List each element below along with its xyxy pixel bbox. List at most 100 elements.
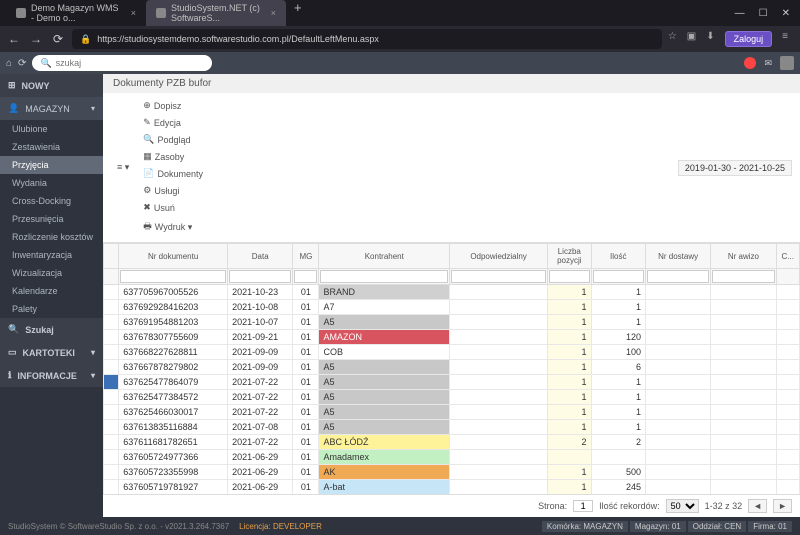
tool-icon: 🔍 bbox=[143, 134, 154, 145]
column-filter-input[interactable] bbox=[712, 270, 774, 283]
table-row[interactable]: 6376254660300172021-07-2201A511 bbox=[104, 405, 800, 420]
sidebar-item-rozliczenie kosztów[interactable]: Rozliczenie kosztów bbox=[0, 228, 103, 246]
menu-icon[interactable]: ≡ bbox=[782, 31, 788, 47]
browser-tab[interactable]: StudioSystem.NET (c) SoftwareS...× bbox=[146, 0, 286, 26]
close-window-icon[interactable]: ✕ bbox=[782, 8, 790, 19]
column-filter-input[interactable] bbox=[593, 270, 644, 283]
page-size-select[interactable]: 50 bbox=[666, 499, 699, 513]
home-icon[interactable]: ⌂ bbox=[6, 58, 12, 69]
minimize-icon[interactable]: — bbox=[735, 8, 745, 19]
column-filter-input[interactable] bbox=[294, 270, 317, 283]
sidebar-item-wizualizacja[interactable]: Wizualizacja bbox=[0, 264, 103, 282]
pager: Strona: Ilość rekordów: 50 1-32 z 32 ◄ ► bbox=[103, 494, 800, 517]
toolbar-dokumenty-button[interactable]: 📄 Dokumenty bbox=[137, 165, 209, 182]
column-header[interactable]: Nr dostawy bbox=[645, 244, 710, 269]
user-icon[interactable] bbox=[780, 56, 794, 70]
column-header[interactable]: C... bbox=[776, 244, 799, 269]
column-header[interactable]: Liczba pozycji bbox=[548, 244, 592, 269]
sidebar-informacje[interactable]: ℹINFORMACJE▾ bbox=[0, 364, 103, 387]
sidebar-item-cross-docking[interactable]: Cross-Docking bbox=[0, 192, 103, 210]
sidebar-magazyn[interactable]: 👤MAGAZYN▾ bbox=[0, 97, 103, 120]
column-header[interactable]: Data bbox=[228, 244, 293, 269]
sidebar-item-palety[interactable]: Palety bbox=[0, 300, 103, 318]
table-row[interactable]: 6376678782798022021-09-0901A516 bbox=[104, 360, 800, 375]
close-icon[interactable]: × bbox=[131, 8, 136, 18]
notification-icon[interactable] bbox=[744, 57, 756, 69]
login-button[interactable]: Zaloguj bbox=[725, 31, 773, 47]
column-filter-input[interactable] bbox=[451, 270, 546, 283]
column-filter-input[interactable] bbox=[549, 270, 590, 283]
mail-icon[interactable]: ✉ bbox=[764, 58, 772, 69]
prev-page-button[interactable]: ◄ bbox=[748, 499, 767, 513]
column-header[interactable]: Ilość bbox=[591, 244, 645, 269]
table-row[interactable]: 6376057197819272021-06-2901A-bat1245 bbox=[104, 480, 800, 495]
sidebar-item-zestawienia[interactable]: Zestawienia bbox=[0, 138, 103, 156]
toolbar-zasoby-button[interactable]: ▦ Zasoby bbox=[137, 148, 209, 165]
toolbar-wydruk-button[interactable]: 🖶 Wydruk ▾ bbox=[137, 216, 209, 238]
status-chip: Firma: 01 bbox=[748, 521, 792, 532]
tab-label: Demo Magazyn WMS - Demo o... bbox=[31, 3, 122, 23]
chevron-down-icon: ▾ bbox=[91, 348, 95, 357]
toolbar-usuń-button[interactable]: ✖ Usuń bbox=[137, 199, 209, 216]
date-range[interactable]: 2019-01-30 - 2021-10-25 bbox=[678, 160, 792, 176]
table-row[interactable]: 6376138351168842021-07-0801A511 bbox=[104, 420, 800, 435]
table-row[interactable]: 6376682276288112021-09-0901COB1100 bbox=[104, 345, 800, 360]
sidebar-item-przesunięcia[interactable]: Przesunięcia bbox=[0, 210, 103, 228]
sidebar-item-kalendarze[interactable]: Kalendarze bbox=[0, 282, 103, 300]
column-filter-input[interactable] bbox=[229, 270, 291, 283]
search-input[interactable] bbox=[56, 58, 205, 68]
close-icon[interactable]: × bbox=[271, 8, 276, 18]
url-bar[interactable]: 🔒 https://studiosystemdemo.softwarestudi… bbox=[72, 29, 662, 49]
tool-icon: ✎ bbox=[143, 117, 151, 128]
status-chip: Komórka: MAGAZYN bbox=[542, 521, 628, 532]
sidebar-item-wydania[interactable]: Wydania bbox=[0, 174, 103, 192]
table-row[interactable]: 6376254778640792021-07-2201A511 bbox=[104, 375, 800, 390]
page-input[interactable] bbox=[573, 500, 593, 512]
toolbar-podgląd-button[interactable]: 🔍 Podgląd bbox=[137, 131, 209, 148]
status-version: StudioSystem © SoftwareStudio Sp. z o.o.… bbox=[8, 522, 229, 531]
table-row[interactable]: 6376057249773662021-06-2901Amadamex bbox=[104, 450, 800, 465]
star-icon[interactable]: ☆ bbox=[668, 31, 677, 47]
sidebar-kartoteki[interactable]: ▭KARTOTEKI▾ bbox=[0, 341, 103, 364]
sidebar-item-przyjęcia[interactable]: Przyjęcia bbox=[0, 156, 103, 174]
toolbar-dopisz-button[interactable]: ⊕ Dopisz bbox=[137, 97, 209, 114]
table-row[interactable]: 6376057233559982021-06-2901AK1500 bbox=[104, 465, 800, 480]
extension-icon[interactable]: ▣ bbox=[687, 31, 696, 47]
toolbar-edycja-button[interactable]: ✎ Edycja bbox=[137, 114, 209, 131]
table-row[interactable]: 6376254773845722021-07-2201A511 bbox=[104, 390, 800, 405]
maximize-icon[interactable]: ☐ bbox=[759, 8, 768, 19]
column-header[interactable]: MG bbox=[293, 244, 319, 269]
data-grid[interactable]: Nr dokumentuDataMGKontrahentOdpowiedzial… bbox=[103, 243, 800, 494]
column-header[interactable]: Kontrahent bbox=[319, 244, 450, 269]
sidebar-item-inwentaryzacja[interactable]: Inwentaryzacja bbox=[0, 246, 103, 264]
table-row[interactable]: 6376929284162032021-10-0801A711 bbox=[104, 300, 800, 315]
table-row[interactable]: 6376783077556092021-09-2101AMAZON1120 bbox=[104, 330, 800, 345]
column-filter-input[interactable] bbox=[120, 270, 226, 283]
browser-tab[interactable]: Demo Magazyn WMS - Demo o... × bbox=[6, 0, 146, 26]
refresh-icon[interactable]: ⟳ bbox=[50, 32, 66, 46]
sidebar-szukaj[interactable]: 🔍Szukaj bbox=[0, 318, 103, 341]
search-icon: 🔍 bbox=[40, 58, 51, 69]
table-row[interactable]: 6376116817826512021-07-2201ABC ŁÓDŹ22 bbox=[104, 435, 800, 450]
forward-icon[interactable]: → bbox=[28, 32, 44, 46]
tool-icon: 📄 bbox=[143, 168, 154, 179]
column-header[interactable]: Nr awizo bbox=[711, 244, 776, 269]
column-filter-input[interactable] bbox=[647, 270, 709, 283]
info-icon: ℹ bbox=[8, 370, 11, 381]
new-tab-button[interactable]: + bbox=[286, 0, 310, 26]
toolbar-usługi-button[interactable]: ⚙ Usługi bbox=[137, 182, 209, 199]
column-header[interactable]: Odpowiedzialny bbox=[450, 244, 548, 269]
column-header[interactable]: Nr dokumentu bbox=[119, 244, 228, 269]
download-icon[interactable]: ⬇ bbox=[706, 31, 714, 47]
next-page-button[interactable]: ► bbox=[773, 499, 792, 513]
table-row[interactable]: 6376919548812032021-10-0701A511 bbox=[104, 315, 800, 330]
search-box[interactable]: 🔍 bbox=[32, 55, 212, 71]
table-row[interactable]: 6377059670055262021-10-2301BRAND11 bbox=[104, 285, 800, 300]
refresh-app-icon[interactable]: ⟳ bbox=[18, 58, 26, 69]
column-filter-input[interactable] bbox=[320, 270, 448, 283]
sidebar-item-ulubione[interactable]: Ulubione bbox=[0, 120, 103, 138]
sidebar-nowy[interactable]: ⊞NOWY bbox=[0, 74, 103, 97]
status-license: Licencja: DEVELOPER bbox=[239, 522, 322, 531]
menu-button[interactable]: ≡ ▾ bbox=[111, 159, 135, 176]
back-icon[interactable]: ← bbox=[6, 32, 22, 46]
